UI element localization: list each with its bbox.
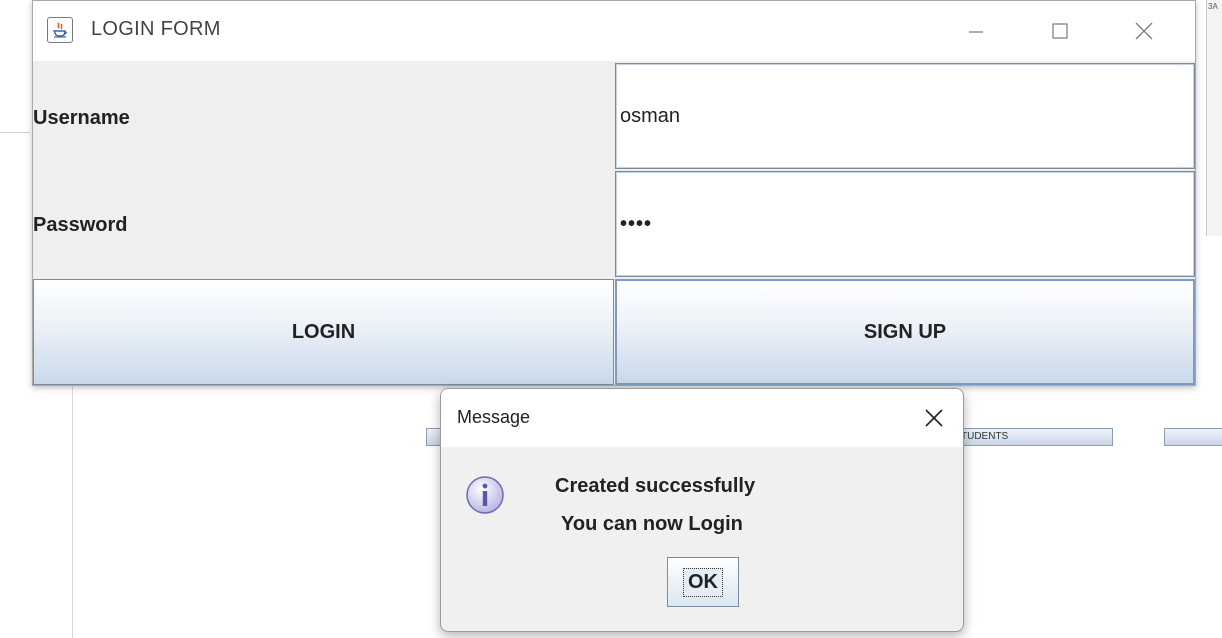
background-students-button[interactable]: TUDENTS <box>958 428 1113 446</box>
java-app-icon <box>47 17 73 43</box>
maximize-button[interactable] <box>1037 11 1083 51</box>
close-icon <box>925 409 943 427</box>
minimize-icon <box>969 31 983 33</box>
username-input[interactable]: osman <box>615 63 1195 169</box>
dialog-close-button[interactable] <box>919 403 949 433</box>
ok-button-label: OK <box>683 567 723 597</box>
dialog-titlebar[interactable]: Message <box>441 389 963 447</box>
background-divider <box>72 386 73 638</box>
ok-button[interactable]: OK <box>667 557 739 607</box>
close-button[interactable] <box>1121 11 1167 51</box>
background-corner-text: 3A <box>1208 2 1218 11</box>
maximize-icon <box>1052 23 1068 39</box>
background-divider <box>0 132 30 133</box>
login-form-window: LOGIN FORM Username osman Password •••• … <box>32 0 1196 386</box>
login-titlebar[interactable]: LOGIN FORM <box>33 1 1195 61</box>
window-title: LOGIN FORM <box>91 18 221 40</box>
message-line-1: Created successfully <box>555 475 756 497</box>
login-button[interactable]: LOGIN <box>33 279 614 385</box>
message-line-2: You can now Login <box>561 513 743 535</box>
close-icon <box>1135 22 1153 40</box>
info-icon <box>466 476 504 514</box>
dialog-title: Message <box>457 407 531 427</box>
background-side-window <box>1206 0 1222 236</box>
password-label: Password <box>33 214 128 236</box>
username-label: Username <box>33 107 130 129</box>
minimize-button[interactable] <box>953 11 999 51</box>
background-button[interactable] <box>1164 428 1222 446</box>
message-dialog: Message Created successfully You can now… <box>440 388 964 632</box>
password-input[interactable]: •••• <box>615 171 1195 277</box>
signup-button[interactable]: SIGN UP <box>615 279 1195 385</box>
